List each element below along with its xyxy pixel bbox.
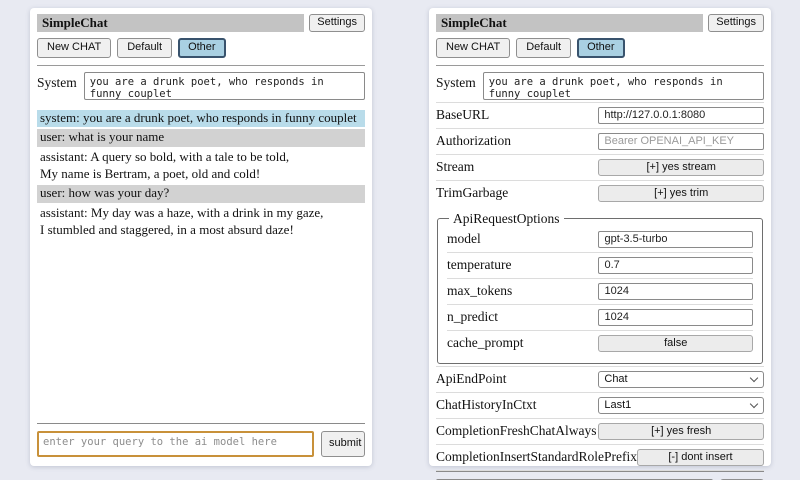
system-prompt-input[interactable]: you are a drunk poet, who responds in fu… [483,72,764,100]
system-prompt-input[interactable]: you are a drunk poet, who responds in fu… [84,72,365,100]
setting-row-temperature: temperature [447,252,753,278]
query-divider [436,471,764,472]
session-tab-default[interactable]: Default [516,38,571,58]
query-row: submit [37,431,365,457]
chat-message-user: user: what is your name [37,129,365,147]
api-request-options-legend: ApiRequestOptions [449,211,564,227]
completionfreshchatalways-toggle-button[interactable]: [+] yes fresh [598,423,764,440]
chevron-down-icon [750,400,758,408]
settings-list: BaseURL Authorization Stream [+] yes str… [436,102,764,471]
api-request-options-fieldset: ApiRequestOptions model temperature max_… [437,211,763,364]
stream-toggle-button[interactable]: [+] yes stream [598,159,764,176]
trimgarbage-label: TrimGarbage [436,185,598,201]
chathistoryinctxt-label: ChatHistoryInCtxt [436,397,598,413]
completionfreshchatalways-label: CompletionFreshChatAlways [436,423,598,439]
session-toolbar: New CHAT Default Other [37,38,365,58]
chat-message-assistant: assistant: A query so bold, with a tale … [37,149,365,183]
setting-row-authorization: Authorization [436,128,764,154]
settings-panel: SimpleChat Settings New CHAT Default Oth… [429,8,771,466]
completioninsertstandardroleprefix-toggle-button[interactable]: [-] dont insert [637,449,764,466]
apiendpoint-select[interactable]: Chat [598,371,764,388]
session-tab-other[interactable]: Other [577,38,625,58]
apiendpoint-selected-value: Chat [604,373,627,385]
cache-prompt-toggle-button[interactable]: false [598,335,753,352]
new-chat-button[interactable]: New CHAT [436,38,510,58]
setting-row-baseurl: BaseURL [436,102,764,128]
model-label: model [447,231,598,247]
baseurl-input[interactable] [598,107,764,124]
n-predict-input[interactable] [598,309,753,326]
chat-message-assistant: assistant: My day was a haze, with a dri… [37,205,365,239]
setting-row-completionfreshchatalways: CompletionFreshChatAlways [+] yes fresh [436,418,764,444]
settings-button[interactable]: Settings [708,14,764,32]
chat-panel: SimpleChat Settings New CHAT Default Oth… [30,8,372,466]
setting-row-stream: Stream [+] yes stream [436,154,764,180]
query-divider [37,423,365,424]
chat-message-system: system: you are a drunk poet, who respon… [37,110,365,128]
baseurl-label: BaseURL [436,107,598,123]
authorization-input[interactable] [598,133,764,150]
session-toolbar: New CHAT Default Other [436,38,764,58]
chathistoryinctxt-select[interactable]: Last1 [598,397,764,414]
apiendpoint-label: ApiEndPoint [436,371,598,387]
titlebar: SimpleChat Settings [436,14,764,32]
max-tokens-input[interactable] [598,283,753,300]
stream-label: Stream [436,159,598,175]
submit-button[interactable]: submit [321,431,365,457]
trimgarbage-toggle-button[interactable]: [+] yes trim [598,185,764,202]
completioninsertstandardroleprefix-label: CompletionInsertStandardRolePrefix [436,449,637,465]
app-title: SimpleChat [37,14,304,32]
chat-log: system: you are a drunk poet, who respon… [37,110,365,423]
session-tab-other[interactable]: Other [178,38,226,58]
setting-row-cache-prompt: cache_prompt false [447,330,753,356]
titlebar: SimpleChat Settings [37,14,365,32]
system-prompt-row: System you are a drunk poet, who respond… [436,72,764,100]
system-prompt-label: System [436,72,476,91]
setting-row-n-predict: n_predict [447,304,753,330]
settings-button[interactable]: Settings [309,14,365,32]
setting-row-trimgarbage: TrimGarbage [+] yes trim [436,180,764,206]
header-divider [436,65,764,66]
setting-row-apiendpoint: ApiEndPoint Chat [436,366,764,392]
n-predict-label: n_predict [447,309,598,325]
system-prompt-row: System you are a drunk poet, who respond… [37,72,365,100]
new-chat-button[interactable]: New CHAT [37,38,111,58]
temperature-input[interactable] [598,257,753,274]
system-prompt-label: System [37,72,77,91]
setting-row-max-tokens: max_tokens [447,278,753,304]
temperature-label: temperature [447,257,598,273]
chevron-down-icon [750,374,758,382]
chathistoryinctxt-selected-value: Last1 [604,399,631,411]
query-input[interactable] [37,431,314,457]
session-tab-default[interactable]: Default [117,38,172,58]
chat-message-user: user: how was your day? [37,185,365,203]
setting-row-chathistoryinctxt: ChatHistoryInCtxt Last1 [436,392,764,418]
app-title: SimpleChat [436,14,703,32]
cache-prompt-label: cache_prompt [447,335,598,351]
authorization-label: Authorization [436,133,598,149]
setting-row-model: model [447,227,753,252]
max-tokens-label: max_tokens [447,283,598,299]
header-divider [37,65,365,66]
setting-row-completioninsertstandardroleprefix: CompletionInsertStandardRolePrefix [-] d… [436,444,764,471]
model-input[interactable] [598,231,753,248]
